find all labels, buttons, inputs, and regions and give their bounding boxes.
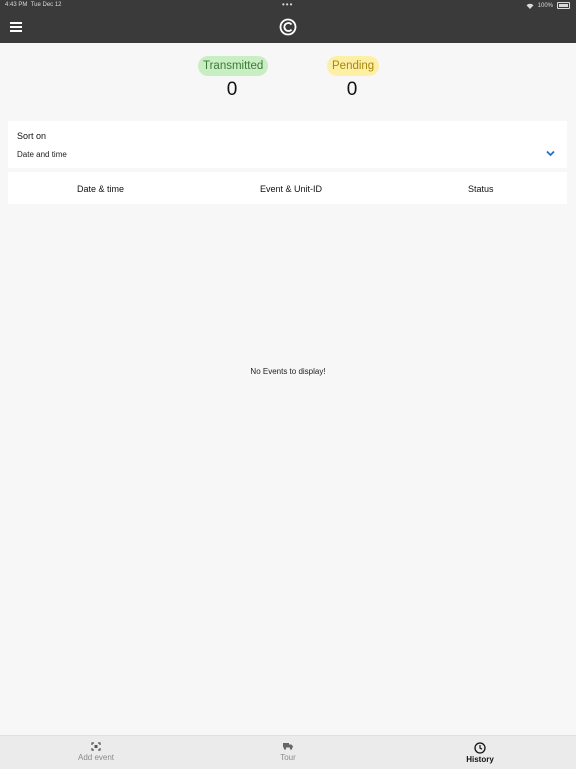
top-nav-bar xyxy=(0,11,576,43)
tab-history[interactable]: History xyxy=(384,736,576,769)
pending-counter: Pending 0 xyxy=(327,56,380,101)
truck-icon xyxy=(283,743,293,750)
pending-count: 0 xyxy=(346,79,358,100)
sort-value[interactable]: Date and time xyxy=(17,150,67,159)
column-header-status[interactable]: Status xyxy=(468,184,494,194)
transmitted-counter: Transmitted 0 xyxy=(198,56,269,101)
tab-add-event[interactable]: Add event xyxy=(0,736,192,769)
tab-label-history: History xyxy=(466,755,494,764)
status-bar: 4:43 PM Tue Dec 12 ••• 100% xyxy=(0,0,576,11)
column-header-event-unit[interactable]: Event & Unit-ID xyxy=(260,184,322,194)
pending-badge: Pending xyxy=(327,56,380,76)
wifi-icon xyxy=(526,3,534,9)
empty-state-message: No Events to display! xyxy=(250,367,326,376)
clock-icon xyxy=(474,742,486,754)
battery-percent: 100% xyxy=(537,2,553,9)
hamburger-menu-icon[interactable] xyxy=(10,22,22,32)
status-time: 4:43 PM Tue Dec 12 xyxy=(5,2,62,8)
multitask-dots-icon[interactable]: ••• xyxy=(282,0,293,9)
app-logo-icon xyxy=(279,18,297,36)
battery-icon xyxy=(557,2,570,9)
chevron-down-icon[interactable] xyxy=(546,150,555,157)
transmitted-badge: Transmitted xyxy=(198,56,269,76)
column-header-date-time[interactable]: Date & time xyxy=(77,184,124,194)
transmitted-count: 0 xyxy=(226,79,238,100)
sort-label: Sort on xyxy=(17,131,47,141)
bottom-tab-bar: Add event Tour History xyxy=(0,735,576,769)
tab-tour[interactable]: Tour xyxy=(192,736,384,769)
status-right: 100% xyxy=(526,2,570,9)
table-header: Date & time Event & Unit-ID Status xyxy=(8,172,567,204)
scan-icon xyxy=(91,742,101,751)
tab-label-add-event: Add event xyxy=(77,753,115,762)
tab-label-tour: Tour xyxy=(280,753,296,762)
sort-selector[interactable]: Sort on Date and time xyxy=(8,121,567,168)
